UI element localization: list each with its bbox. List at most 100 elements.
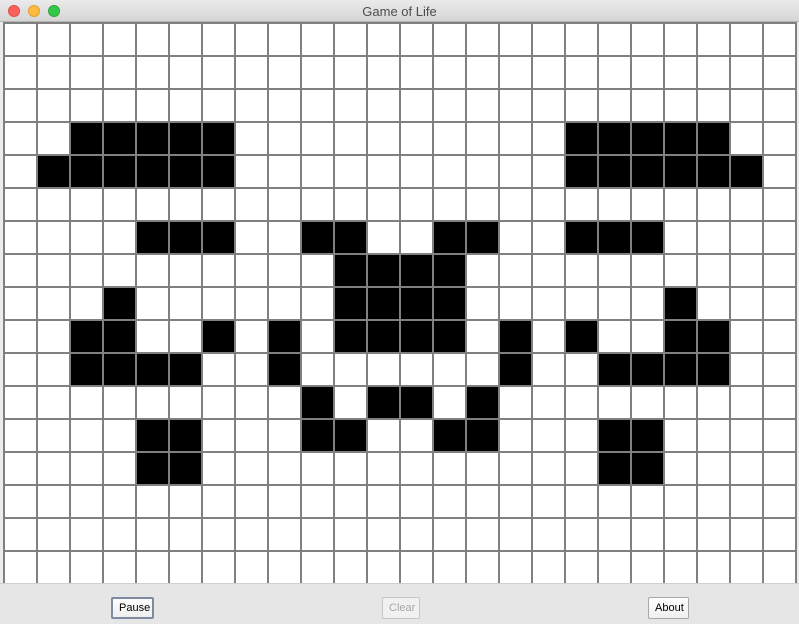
cell-dead[interactable] bbox=[300, 154, 335, 189]
cell-alive[interactable] bbox=[69, 352, 104, 387]
cell-dead[interactable] bbox=[564, 517, 599, 552]
cell-dead[interactable] bbox=[465, 286, 500, 321]
cell-dead[interactable] bbox=[3, 550, 38, 583]
cell-dead[interactable] bbox=[663, 187, 698, 222]
cell-alive[interactable] bbox=[366, 253, 401, 288]
cell-alive[interactable] bbox=[630, 220, 665, 255]
cell-dead[interactable] bbox=[762, 121, 797, 156]
cell-alive[interactable] bbox=[696, 121, 731, 156]
cell-dead[interactable] bbox=[300, 22, 335, 57]
cell-dead[interactable] bbox=[168, 22, 203, 57]
cell-dead[interactable] bbox=[630, 253, 665, 288]
cell-alive[interactable] bbox=[135, 451, 170, 486]
cell-dead[interactable] bbox=[399, 352, 434, 387]
cell-dead[interactable] bbox=[564, 286, 599, 321]
cell-dead[interactable] bbox=[168, 484, 203, 519]
cell-dead[interactable] bbox=[366, 220, 401, 255]
cell-dead[interactable] bbox=[135, 385, 170, 420]
cell-dead[interactable] bbox=[102, 220, 137, 255]
cell-alive[interactable] bbox=[564, 121, 599, 156]
cell-alive[interactable] bbox=[366, 385, 401, 420]
cell-dead[interactable] bbox=[564, 253, 599, 288]
cell-alive[interactable] bbox=[597, 220, 632, 255]
cell-dead[interactable] bbox=[201, 286, 236, 321]
cell-dead[interactable] bbox=[36, 352, 71, 387]
cell-dead[interactable] bbox=[630, 286, 665, 321]
cell-dead[interactable] bbox=[696, 187, 731, 222]
cell-dead[interactable] bbox=[597, 286, 632, 321]
cell-dead[interactable] bbox=[201, 187, 236, 222]
cell-dead[interactable] bbox=[234, 253, 269, 288]
cell-dead[interactable] bbox=[564, 55, 599, 90]
cell-alive[interactable] bbox=[135, 352, 170, 387]
cell-dead[interactable] bbox=[102, 22, 137, 57]
cell-dead[interactable] bbox=[300, 319, 335, 354]
cell-alive[interactable] bbox=[399, 286, 434, 321]
cell-dead[interactable] bbox=[498, 121, 533, 156]
cell-dead[interactable] bbox=[135, 88, 170, 123]
cell-dead[interactable] bbox=[564, 484, 599, 519]
cell-alive[interactable] bbox=[168, 121, 203, 156]
cell-alive[interactable] bbox=[630, 121, 665, 156]
cell-dead[interactable] bbox=[432, 451, 467, 486]
cell-dead[interactable] bbox=[234, 550, 269, 583]
life-grid[interactable] bbox=[3, 22, 797, 583]
cell-alive[interactable] bbox=[168, 451, 203, 486]
cell-alive[interactable] bbox=[663, 319, 698, 354]
cell-dead[interactable] bbox=[564, 385, 599, 420]
cell-dead[interactable] bbox=[630, 550, 665, 583]
cell-dead[interactable] bbox=[234, 451, 269, 486]
cell-dead[interactable] bbox=[234, 55, 269, 90]
cell-dead[interactable] bbox=[432, 517, 467, 552]
cell-dead[interactable] bbox=[498, 55, 533, 90]
cell-alive[interactable] bbox=[564, 220, 599, 255]
cell-dead[interactable] bbox=[300, 253, 335, 288]
cell-dead[interactable] bbox=[267, 418, 302, 453]
cell-dead[interactable] bbox=[36, 88, 71, 123]
cell-dead[interactable] bbox=[267, 88, 302, 123]
cell-dead[interactable] bbox=[564, 88, 599, 123]
cell-dead[interactable] bbox=[333, 484, 368, 519]
cell-dead[interactable] bbox=[234, 121, 269, 156]
life-board[interactable] bbox=[3, 22, 797, 583]
cell-dead[interactable] bbox=[762, 352, 797, 387]
cell-dead[interactable] bbox=[366, 88, 401, 123]
cell-alive[interactable] bbox=[432, 253, 467, 288]
cell-dead[interactable] bbox=[201, 88, 236, 123]
cell-dead[interactable] bbox=[630, 55, 665, 90]
cell-dead[interactable] bbox=[465, 88, 500, 123]
cell-dead[interactable] bbox=[300, 451, 335, 486]
cell-dead[interactable] bbox=[696, 253, 731, 288]
cell-alive[interactable] bbox=[465, 220, 500, 255]
cell-dead[interactable] bbox=[3, 55, 38, 90]
cell-dead[interactable] bbox=[300, 121, 335, 156]
cell-alive[interactable] bbox=[102, 319, 137, 354]
cell-alive[interactable] bbox=[102, 154, 137, 189]
cell-dead[interactable] bbox=[762, 55, 797, 90]
cell-dead[interactable] bbox=[69, 451, 104, 486]
cell-alive[interactable] bbox=[630, 418, 665, 453]
cell-dead[interactable] bbox=[564, 352, 599, 387]
cell-alive[interactable] bbox=[399, 319, 434, 354]
cell-dead[interactable] bbox=[498, 286, 533, 321]
cell-dead[interactable] bbox=[531, 55, 566, 90]
cell-dead[interactable] bbox=[729, 187, 764, 222]
cell-dead[interactable] bbox=[531, 121, 566, 156]
cell-dead[interactable] bbox=[498, 550, 533, 583]
cell-dead[interactable] bbox=[399, 418, 434, 453]
cell-dead[interactable] bbox=[465, 484, 500, 519]
cell-dead[interactable] bbox=[630, 22, 665, 57]
cell-dead[interactable] bbox=[531, 418, 566, 453]
cell-dead[interactable] bbox=[3, 154, 38, 189]
cell-dead[interactable] bbox=[498, 385, 533, 420]
cell-dead[interactable] bbox=[729, 55, 764, 90]
cell-dead[interactable] bbox=[366, 451, 401, 486]
cell-dead[interactable] bbox=[729, 22, 764, 57]
cell-alive[interactable] bbox=[135, 418, 170, 453]
cell-dead[interactable] bbox=[498, 187, 533, 222]
cell-dead[interactable] bbox=[168, 253, 203, 288]
cell-dead[interactable] bbox=[465, 253, 500, 288]
cell-dead[interactable] bbox=[333, 385, 368, 420]
cell-dead[interactable] bbox=[729, 286, 764, 321]
cell-dead[interactable] bbox=[465, 121, 500, 156]
